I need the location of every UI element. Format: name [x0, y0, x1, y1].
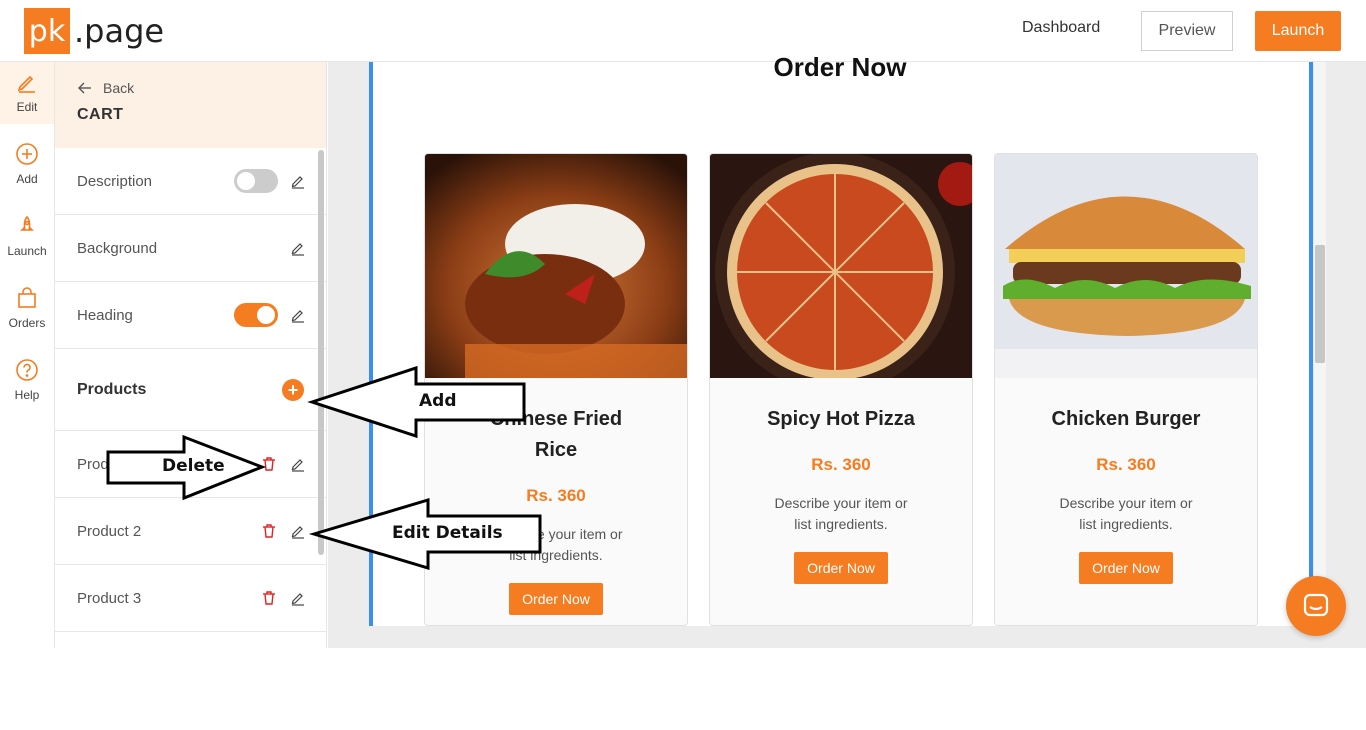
bag-icon: [18, 287, 36, 308]
product-row[interactable]: Product 3: [55, 565, 326, 632]
annotation-add: Add: [419, 391, 457, 411]
row-background[interactable]: Background: [55, 215, 326, 282]
product-card: Chicken Burger Rs. 360 Describe your ite…: [994, 153, 1258, 626]
edit-icon: [17, 75, 35, 93]
trash-icon[interactable]: [261, 456, 277, 472]
product-row[interactable]: Product 2: [55, 498, 326, 565]
plus-circle-icon: [16, 143, 38, 165]
help-icon: [16, 359, 38, 381]
row-products: Products +: [55, 349, 326, 431]
panel-title: CART: [77, 106, 124, 123]
row-label: Description: [77, 172, 153, 190]
product-description: Describe your item or list ingredients.: [774, 495, 908, 532]
pencil-icon[interactable]: [290, 240, 306, 256]
order-now-button[interactable]: Order Now: [1079, 552, 1173, 584]
product-title: Spicy Hot Pizza: [767, 408, 915, 430]
rail-item-launch[interactable]: Launch: [0, 206, 54, 268]
order-now-button[interactable]: Order Now: [794, 552, 888, 584]
product-description: Describe your item or list ingredients.: [1059, 495, 1193, 532]
rail-item-orders[interactable]: Orders: [0, 278, 54, 340]
pencil-icon[interactable]: [290, 590, 306, 606]
product-card: Spicy Hot Pizza Rs. 360 Describe your it…: [709, 153, 973, 626]
logo[interactable]: pk .page: [24, 8, 164, 54]
product-price: Rs. 360: [526, 486, 586, 505]
back-link[interactable]: Back: [77, 80, 304, 96]
row-description[interactable]: Description: [55, 148, 326, 215]
order-now-button[interactable]: Order Now: [509, 583, 603, 615]
rail-label-help: Help: [14, 388, 40, 402]
logo-box: pk: [24, 8, 70, 54]
left-rail: Edit Add Launch Orders Help: [0, 62, 55, 648]
description-toggle[interactable]: [234, 169, 278, 193]
pencil-icon[interactable]: [290, 456, 306, 472]
chat-launcher[interactable]: [1286, 576, 1346, 636]
annotation-delete: Delete: [162, 456, 225, 476]
product-title: Chicken Burger: [1051, 408, 1201, 430]
panel-scrollbar[interactable]: [318, 150, 324, 555]
product-title: Chinese Fried Rice: [489, 408, 623, 461]
edit-panel: Back CART Description Background Heading…: [55, 62, 327, 648]
rail-label-edit: Edit: [16, 100, 38, 114]
logo-text: .page: [74, 12, 165, 50]
product-price: Rs. 360: [1096, 455, 1156, 474]
trash-icon[interactable]: [261, 523, 277, 539]
canvas-scrollbar-thumb[interactable]: [1315, 245, 1325, 363]
add-product-button[interactable]: +: [282, 378, 304, 401]
rail-label-add: Add: [16, 172, 38, 186]
rail-label-launch: Launch: [7, 244, 47, 258]
dashboard-link[interactable]: Dashboard: [1022, 19, 1100, 37]
arrow-left-icon: [78, 82, 91, 94]
panel-header: Back CART: [55, 62, 326, 148]
product-price: Rs. 360: [811, 455, 871, 474]
product-label: Product 3: [77, 589, 142, 607]
pencil-icon[interactable]: [290, 523, 306, 539]
product-image: [710, 154, 972, 378]
rail-item-edit[interactable]: Edit: [0, 62, 54, 124]
product-card: Chinese Fried Rice Rs. 360 Describe your…: [424, 153, 688, 626]
chat-icon: [1303, 593, 1329, 617]
product-label: Product 2: [77, 522, 142, 540]
launch-button[interactable]: Launch: [1255, 11, 1341, 51]
product-image: [995, 154, 1257, 378]
row-heading[interactable]: Heading: [55, 282, 326, 349]
row-label: Heading: [77, 306, 133, 324]
pencil-icon[interactable]: [290, 307, 306, 323]
product-image: [425, 154, 687, 378]
rocket-icon: [20, 215, 34, 231]
rail-item-help[interactable]: Help: [0, 350, 54, 412]
preview-button[interactable]: Preview: [1141, 11, 1233, 51]
pencil-icon[interactable]: [290, 173, 306, 189]
heading-toggle[interactable]: [234, 303, 278, 327]
rail-label-orders: Orders: [8, 316, 46, 330]
preview-heading: Order Now: [773, 52, 907, 82]
trash-icon[interactable]: [261, 590, 277, 606]
rail-item-add[interactable]: Add: [0, 134, 54, 196]
row-label: Background: [77, 239, 158, 257]
annotation-edit-details: Edit Details: [392, 523, 503, 543]
back-label: Back: [103, 80, 135, 96]
